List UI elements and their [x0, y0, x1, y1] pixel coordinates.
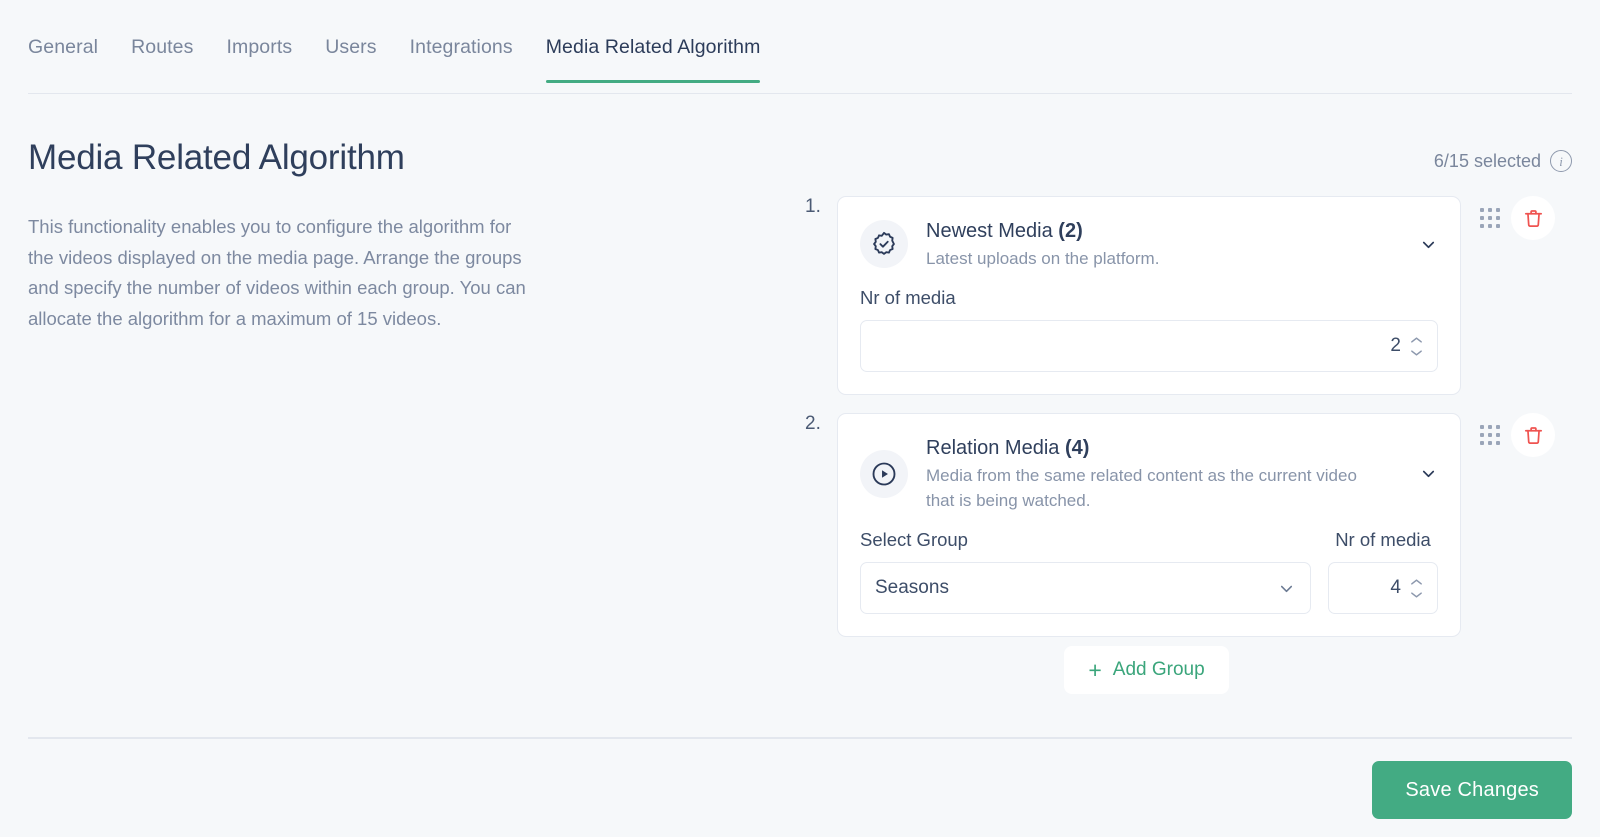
- group-row-tools: [1461, 413, 1555, 457]
- group-index: 2.: [805, 413, 821, 434]
- drag-handle-icon[interactable]: [1479, 422, 1501, 448]
- settings-tabbar: General Routes Imports Users Integration…: [28, 36, 1572, 94]
- group-title-text: Newest Media: [926, 220, 1053, 242]
- nr-of-media-value: 4: [1390, 577, 1401, 598]
- group-index: 1.: [805, 196, 821, 217]
- group-title: Newest Media (2): [926, 217, 1389, 245]
- tab-media-related-algorithm[interactable]: Media Related Algorithm: [545, 36, 761, 83]
- select-group-label: Select Group: [860, 529, 968, 550]
- group-card-texts: Relation Media (4) Media from the same r…: [926, 434, 1389, 513]
- page-description: This functionality enables you to config…: [28, 216, 526, 329]
- save-changes-button[interactable]: Save Changes: [1372, 761, 1572, 819]
- nr-of-media-stepper[interactable]: 2: [860, 320, 1438, 372]
- stepper-down-icon: [1411, 349, 1422, 356]
- tab-routes[interactable]: Routes: [131, 36, 193, 81]
- stepper-up-icon: [1411, 578, 1422, 585]
- stepper-down-icon: [1411, 591, 1422, 598]
- algorithm-groups-list: 1. Newest Media (2) Latest uploads on th…: [795, 196, 1555, 655]
- group-subtitle: Latest uploads on the platform.: [926, 249, 1160, 268]
- play-circle-icon: [860, 449, 908, 498]
- add-group-button[interactable]: + Add Group: [1064, 646, 1229, 694]
- add-group-label: Add Group: [1112, 659, 1205, 680]
- delete-group-button[interactable]: [1511, 196, 1555, 240]
- nr-of-media-value: 2: [1390, 335, 1401, 356]
- trash-icon: [1524, 426, 1542, 444]
- page-title: Media Related Algorithm: [28, 138, 405, 177]
- info-icon[interactable]: i: [1550, 150, 1572, 172]
- chevron-down-icon[interactable]: [1407, 464, 1438, 483]
- plus-icon: +: [1088, 656, 1102, 683]
- add-group-container: + Add Group: [795, 646, 1498, 694]
- select-group-field: Select Group Seasons: [860, 529, 1311, 614]
- group-card-relation-media: Relation Media (4) Media from the same r…: [837, 413, 1461, 637]
- nr-of-media-field: Nr of media 2: [860, 287, 1438, 372]
- group-title-text: Relation Media: [926, 437, 1060, 459]
- group-card-texts: Newest Media (2) Latest uploads on the p…: [926, 217, 1389, 271]
- settings-page: General Routes Imports Users Integration…: [0, 0, 1600, 837]
- delete-group-button[interactable]: [1511, 413, 1555, 457]
- drag-handle-icon[interactable]: [1479, 205, 1501, 231]
- chevron-down-icon[interactable]: [1407, 235, 1438, 254]
- selected-counter: 6/15 selected i: [1434, 150, 1572, 172]
- nr-of-media-label: Nr of media: [860, 287, 956, 308]
- tab-imports[interactable]: Imports: [226, 36, 292, 81]
- nr-of-media-label: Nr of media: [1335, 529, 1431, 550]
- tab-general[interactable]: General: [28, 36, 98, 81]
- verified-badge-icon: [860, 220, 908, 268]
- group-fields: Nr of media 2: [860, 287, 1438, 372]
- group-title: Relation Media (4): [926, 434, 1389, 462]
- tab-integrations[interactable]: Integrations: [410, 36, 513, 81]
- group-row: 1. Newest Media (2) Latest uploads on th…: [795, 196, 1555, 395]
- nr-of-media-stepper[interactable]: 4: [1328, 562, 1438, 614]
- stepper-arrows[interactable]: [1410, 578, 1423, 599]
- group-row: 2. Relation Media (4) Media from the sam…: [795, 413, 1555, 637]
- stepper-arrows[interactable]: [1410, 336, 1423, 357]
- nr-of-media-field: Nr of media 4: [1328, 529, 1438, 614]
- stepper-up-icon: [1411, 336, 1422, 343]
- group-card-newest-media: Newest Media (2) Latest uploads on the p…: [837, 196, 1461, 395]
- tab-users[interactable]: Users: [325, 36, 376, 81]
- group-row-tools: [1461, 196, 1555, 240]
- group-fields: Select Group Seasons Nr of media 4: [860, 529, 1438, 614]
- footer-divider: [28, 737, 1572, 739]
- group-card-header: Newest Media (2) Latest uploads on the p…: [860, 217, 1438, 271]
- group-card-header: Relation Media (4) Media from the same r…: [860, 434, 1438, 513]
- select-group-dropdown[interactable]: Seasons: [860, 562, 1311, 614]
- selected-count-label: 6/15 selected: [1433, 150, 1541, 171]
- group-count: (4): [1064, 437, 1090, 459]
- chevron-down-icon: [1280, 585, 1293, 592]
- group-count: (2): [1058, 220, 1083, 242]
- select-group-value: Seasons: [875, 577, 949, 598]
- group-subtitle: Media from the same related content as t…: [926, 466, 1357, 510]
- trash-icon: [1524, 209, 1542, 227]
